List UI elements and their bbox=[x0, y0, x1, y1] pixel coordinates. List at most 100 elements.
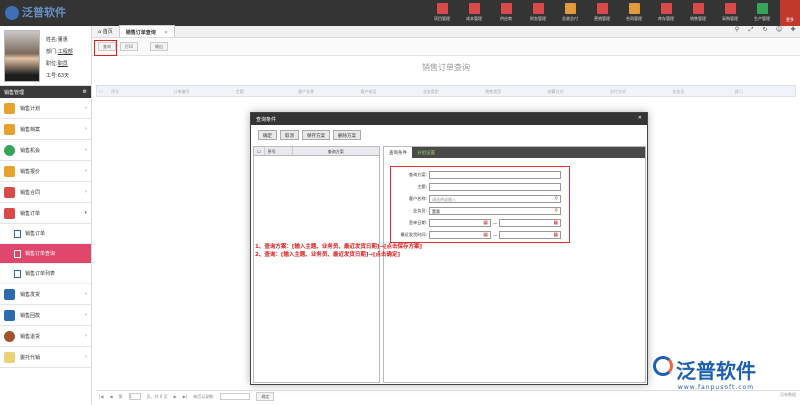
col-header: 主题 bbox=[235, 89, 244, 94]
module-supplier[interactable]: 供应商 bbox=[490, 1, 522, 22]
sidebar-item-sales-collection[interactable]: 销售回款 › bbox=[0, 305, 91, 326]
calendar-icon[interactable]: ▦ bbox=[483, 220, 488, 226]
profile-dept[interactable]: 工程部 bbox=[58, 49, 73, 55]
delivery-date-end[interactable]: ▦ bbox=[499, 231, 562, 239]
delete-scheme-button[interactable]: 删除方案 bbox=[333, 130, 361, 140]
col-header: 部门 bbox=[734, 89, 743, 94]
tab-home[interactable]: ⌂ 首页 bbox=[92, 25, 119, 37]
customer-input[interactable]: 请选择或输入 ⚲ bbox=[429, 195, 561, 203]
supplier-icon bbox=[500, 3, 512, 14]
sidebar-item-sales-contract[interactable]: 销售合同 › bbox=[0, 182, 91, 203]
expand-icon[interactable]: ⤢ bbox=[744, 26, 758, 34]
export-button[interactable]: 输出 bbox=[150, 42, 168, 51]
module-marketing[interactable]: 营销管理 bbox=[586, 1, 618, 22]
dialog-buttons: 确定 取消 保存方案 删除方案 bbox=[258, 130, 361, 140]
module-finance[interactable]: 财务管理 bbox=[522, 1, 554, 22]
no-data-text: 没有数据 bbox=[780, 392, 796, 397]
sidebar: 姓名:董惠 部门:工程部 职位:职员 工号:63天 销售管理 ⚙ 销售计划 › 销售… bbox=[0, 26, 92, 405]
home-icon: ⌂ bbox=[98, 29, 102, 35]
sign-date-end[interactable]: ▦ bbox=[499, 219, 562, 227]
module-project[interactable]: 项目管理 bbox=[426, 1, 458, 22]
checkbox[interactable]: ☐ bbox=[254, 147, 265, 155]
calendar-icon[interactable]: ▦ bbox=[553, 220, 558, 226]
col-header: 客户名称 bbox=[298, 89, 315, 94]
refresh-icon[interactable]: ↻ bbox=[758, 26, 772, 34]
chevron-right-icon: › bbox=[85, 126, 87, 132]
sidebar-subitem-order-query[interactable]: 销售订单查询 bbox=[0, 244, 91, 264]
sidebar-item-sales-order[interactable]: 销售订单 ▾ bbox=[0, 203, 91, 224]
tab-order-query[interactable]: 销售订单查询 ✕ bbox=[118, 25, 176, 37]
sidebar-item-sales-shipping[interactable]: 销售发货 › bbox=[0, 284, 91, 305]
user-icon[interactable]: ✚ bbox=[786, 26, 800, 34]
users-icon[interactable]: ☺ bbox=[772, 26, 786, 34]
delivery-date-start[interactable]: ▦ bbox=[429, 231, 491, 239]
profile-role[interactable]: 职员 bbox=[58, 61, 68, 67]
calendar-icon[interactable]: ▦ bbox=[483, 232, 488, 238]
prev-page-button[interactable]: ◀ bbox=[109, 394, 112, 399]
module-sales[interactable]: 销售管理 bbox=[682, 1, 714, 22]
more-button[interactable]: 更多 bbox=[780, 0, 800, 26]
calendar-icon[interactable]: ▦ bbox=[553, 232, 558, 238]
ok-button[interactable]: 确定 bbox=[258, 130, 277, 140]
chevron-right-icon: › bbox=[85, 333, 87, 339]
sidebar-item-sales-opportunity[interactable]: 销售机会 › bbox=[0, 140, 91, 161]
contract-icon bbox=[4, 186, 15, 198]
page-input[interactable]: 1 bbox=[128, 393, 141, 400]
subject-input[interactable] bbox=[429, 183, 561, 191]
scheme-input[interactable] bbox=[429, 171, 561, 179]
cancel-button[interactable]: 取消 bbox=[280, 130, 299, 140]
delivery-row: 最近发货时间: ▦ — ▦ bbox=[391, 230, 562, 240]
chevron-down-icon: ▾ bbox=[84, 210, 87, 216]
module-payment[interactable]: 总收总付 bbox=[554, 1, 586, 22]
first-page-button[interactable]: |◀ bbox=[99, 394, 103, 399]
col-header: 业务类型 bbox=[422, 89, 439, 94]
tab-grouping[interactable]: 分组设置 bbox=[412, 147, 440, 158]
salesman-input[interactable]: 董惠 ⚲ bbox=[429, 207, 561, 215]
sidebar-item-sales-archive[interactable]: 销售档案 › bbox=[0, 119, 91, 140]
opportunity-icon bbox=[4, 144, 15, 156]
chevron-right-icon: › bbox=[85, 312, 87, 318]
module-production[interactable]: 生产管理 bbox=[746, 1, 778, 22]
settings-icon[interactable]: ⚙ bbox=[83, 89, 87, 95]
sidebar-item-sales-quote[interactable]: 销售报价 › bbox=[0, 161, 91, 182]
per-page-select[interactable] bbox=[220, 393, 251, 400]
profile-id: 63天 bbox=[57, 73, 70, 79]
user-profile: 姓名:董惠 部门:工程部 职位:职员 工号:63天 bbox=[0, 26, 91, 86]
scheme-row: 查询方案: bbox=[391, 170, 561, 180]
chevron-right-icon: › bbox=[85, 189, 87, 195]
sidebar-subitem-order[interactable]: 销售订单 bbox=[0, 224, 91, 244]
col-header: 交付方式 bbox=[609, 89, 626, 94]
consignment-icon bbox=[4, 351, 15, 363]
close-icon[interactable]: ✕ bbox=[638, 115, 642, 121]
sales-icon bbox=[692, 3, 704, 14]
search-icon[interactable]: ⚲ bbox=[554, 208, 558, 214]
module-inventory[interactable]: 库存管理 bbox=[650, 1, 682, 22]
document-icon bbox=[14, 249, 21, 258]
tab-conditions[interactable]: 查询条件 bbox=[384, 147, 412, 158]
payment-icon bbox=[564, 3, 576, 14]
print-button[interactable]: 打印 bbox=[120, 42, 138, 51]
chevron-right-icon: › bbox=[85, 168, 87, 174]
sidebar-subitem-order-list[interactable]: 销售订单列表 bbox=[0, 264, 91, 284]
last-page-button[interactable]: ▶| bbox=[183, 394, 187, 399]
sidebar-item-sales-return[interactable]: 销售退货 › bbox=[0, 326, 91, 347]
module-cost[interactable]: 成本管理 bbox=[458, 1, 490, 22]
avatar bbox=[4, 30, 40, 82]
chevron-right-icon: › bbox=[85, 147, 87, 153]
col-header: 销售类型 bbox=[485, 89, 502, 94]
save-scheme-button[interactable]: 保存方案 bbox=[302, 130, 330, 140]
module-purchase[interactable]: 采购管理 bbox=[714, 1, 746, 22]
sign-date-start[interactable]: ▦ bbox=[429, 219, 491, 227]
close-icon[interactable]: ✕ bbox=[164, 30, 168, 36]
sidebar-item-sales-plan[interactable]: 销售计划 › bbox=[0, 98, 91, 119]
brand-name: 泛普软件 bbox=[676, 359, 756, 383]
sidebar-item-consignment[interactable]: 委托代销 › bbox=[0, 347, 91, 368]
module-contract[interactable]: 合同管理 bbox=[618, 1, 650, 22]
search-icon[interactable]: ⚲ bbox=[730, 26, 744, 34]
select-all-checkbox[interactable]: ☐ bbox=[97, 86, 109, 96]
pager-confirm-button[interactable]: 确定 bbox=[256, 392, 275, 401]
next-page-button[interactable]: ▶ bbox=[174, 394, 177, 399]
search-icon[interactable]: ⚲ bbox=[554, 196, 558, 202]
query-highlight-box bbox=[94, 40, 117, 56]
scheme-list: ☐ 序号 查询方案 bbox=[253, 146, 380, 383]
